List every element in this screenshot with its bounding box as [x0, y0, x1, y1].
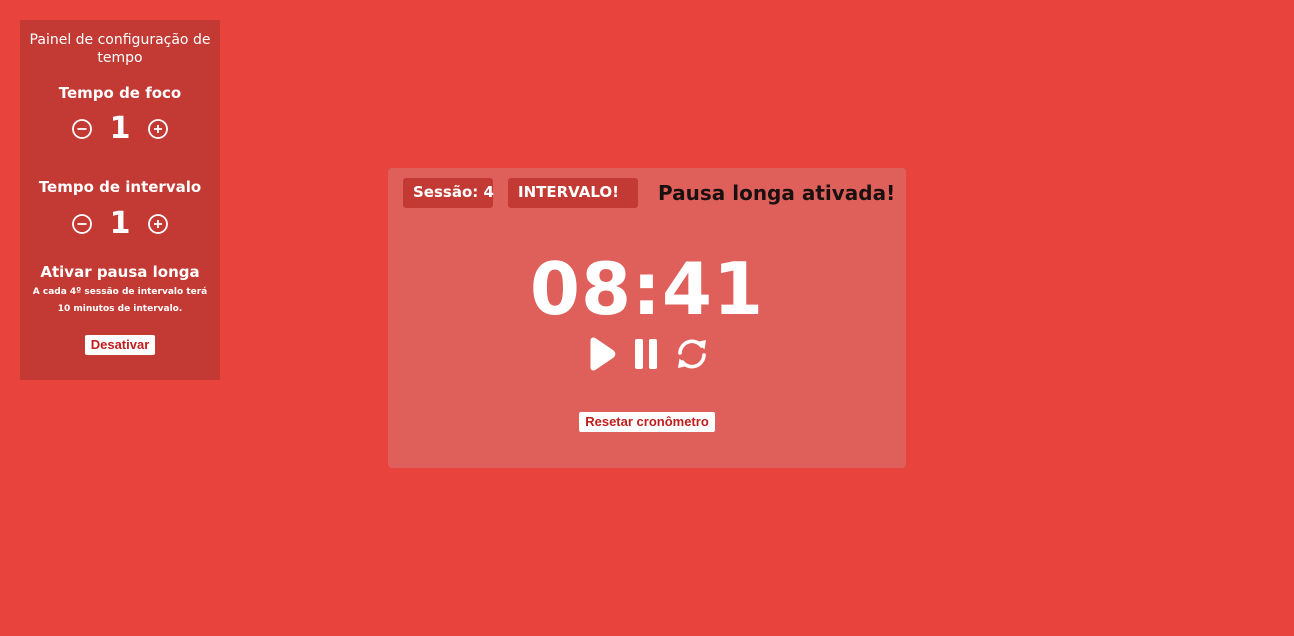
timer-card: Sessão: 4 INTERVALO! Pausa longa ativada…	[388, 168, 906, 468]
break-time-stepper: 1	[20, 207, 220, 243]
mode-badge: INTERVALO!	[508, 178, 638, 208]
break-time-label: Tempo de intervalo	[38, 178, 202, 196]
focus-increment-button[interactable]	[147, 118, 169, 140]
minus-circle-icon	[72, 214, 92, 234]
focus-time-value: 1	[109, 111, 131, 146]
timer-display: 08:41	[529, 247, 765, 331]
plus-circle-icon	[148, 214, 168, 234]
plus-circle-icon	[148, 119, 168, 139]
restart-button[interactable]	[675, 336, 709, 372]
settings-panel-title: Painel de configuração de tempo	[29, 32, 211, 66]
long-break-message: Pausa longa ativada!	[658, 181, 896, 205]
reset-timer-button[interactable]: Resetar cronômetro	[579, 412, 715, 432]
deactivate-long-break-button[interactable]: Desativar	[85, 335, 155, 355]
long-break-description: A cada 4º sessão de intervalo terá 10 mi…	[32, 287, 208, 314]
focus-time-stepper: 1	[20, 112, 220, 148]
focus-time-label: Tempo de foco	[58, 84, 182, 102]
play-button[interactable]	[587, 336, 617, 372]
minus-circle-icon	[72, 119, 92, 139]
focus-decrement-button[interactable]	[71, 118, 93, 140]
break-increment-button[interactable]	[147, 213, 169, 235]
break-decrement-button[interactable]	[71, 213, 93, 235]
settings-panel: Painel de configuração de tempo Tempo de…	[20, 20, 220, 380]
long-break-label: Ativar pausa longa	[40, 263, 200, 281]
pause-button[interactable]	[633, 336, 659, 372]
play-icon	[590, 337, 616, 371]
break-time-value: 1	[109, 206, 131, 241]
pause-icon	[635, 339, 657, 369]
session-badge: Sessão: 4	[403, 178, 494, 208]
